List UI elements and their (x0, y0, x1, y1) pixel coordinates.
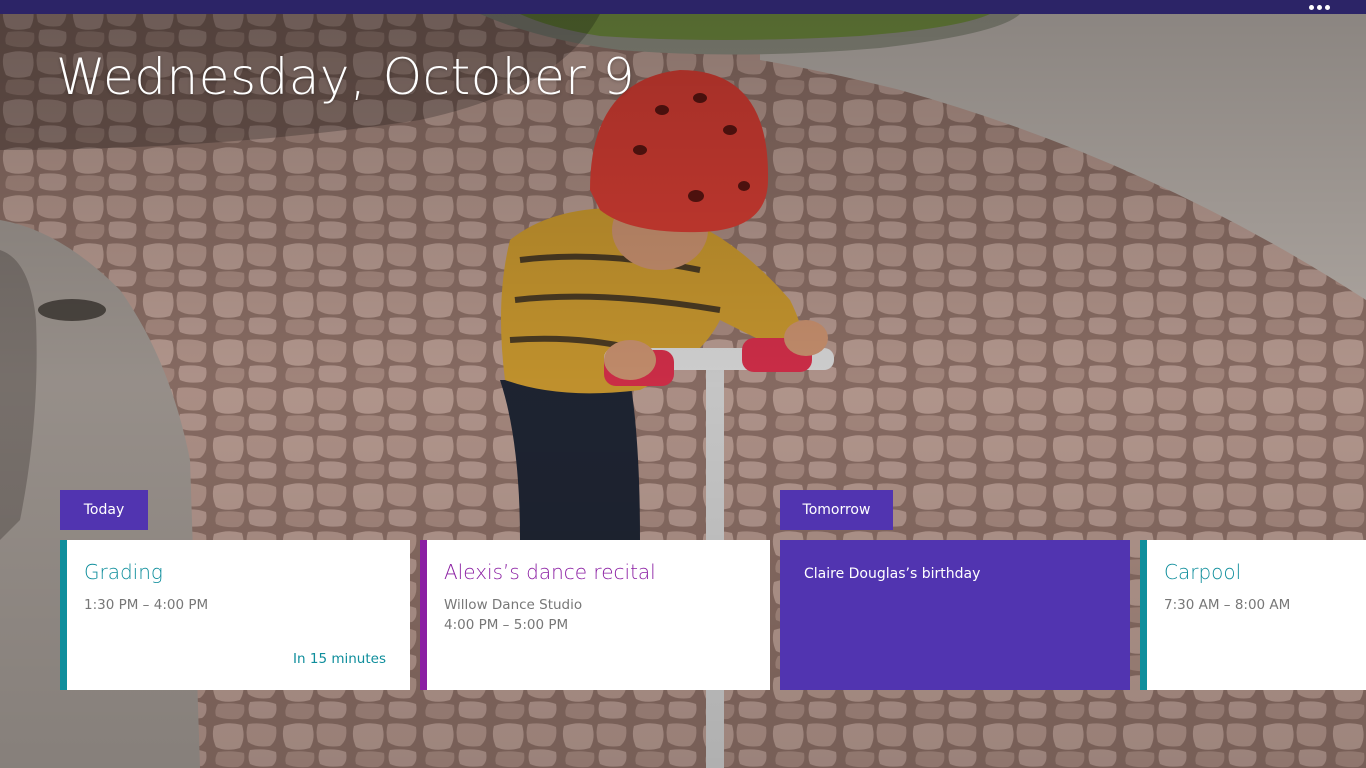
event-card-birthday[interactable]: Claire Douglas’s birthday (780, 540, 1130, 690)
app-bar (0, 0, 1366, 14)
group-label-tomorrow[interactable]: Tomorrow (780, 490, 893, 530)
ellipsis-icon (1316, 4, 1322, 10)
page-title: Wednesday, October 9 (56, 48, 636, 106)
event-accent-bar (1140, 540, 1147, 690)
more-options-button[interactable] (1306, 0, 1332, 14)
event-countdown: In 15 minutes (293, 651, 386, 667)
event-title: Alexis’s dance recital (444, 560, 656, 584)
event-accent-bar (60, 540, 67, 690)
event-card-grading[interactable]: Grading 1:30 PM – 4:00 PM In 15 minutes (60, 540, 410, 690)
event-card-dance-recital[interactable]: Alexis’s dance recital Willow Dance Stud… (420, 540, 770, 690)
ellipsis-icon (1308, 4, 1314, 10)
ellipsis-icon (1324, 4, 1330, 10)
event-card-carpool[interactable]: Carpool 7:30 AM – 8:00 AM (1140, 540, 1366, 690)
event-title: Carpool (1164, 560, 1242, 584)
event-time: 7:30 AM – 8:00 AM (1164, 597, 1291, 613)
event-title: Grading (84, 560, 163, 584)
event-accent-bar (420, 540, 427, 690)
event-time: 1:30 PM – 4:00 PM (84, 597, 209, 613)
event-title: Claire Douglas’s birthday (804, 566, 981, 582)
event-time: 4:00 PM – 5:00 PM (444, 617, 569, 633)
group-label-today[interactable]: Today (60, 490, 148, 530)
event-location: Willow Dance Studio (444, 597, 583, 613)
calendar-screen: Wednesday, October 9 Today Tomorrow Grad… (0, 0, 1366, 768)
